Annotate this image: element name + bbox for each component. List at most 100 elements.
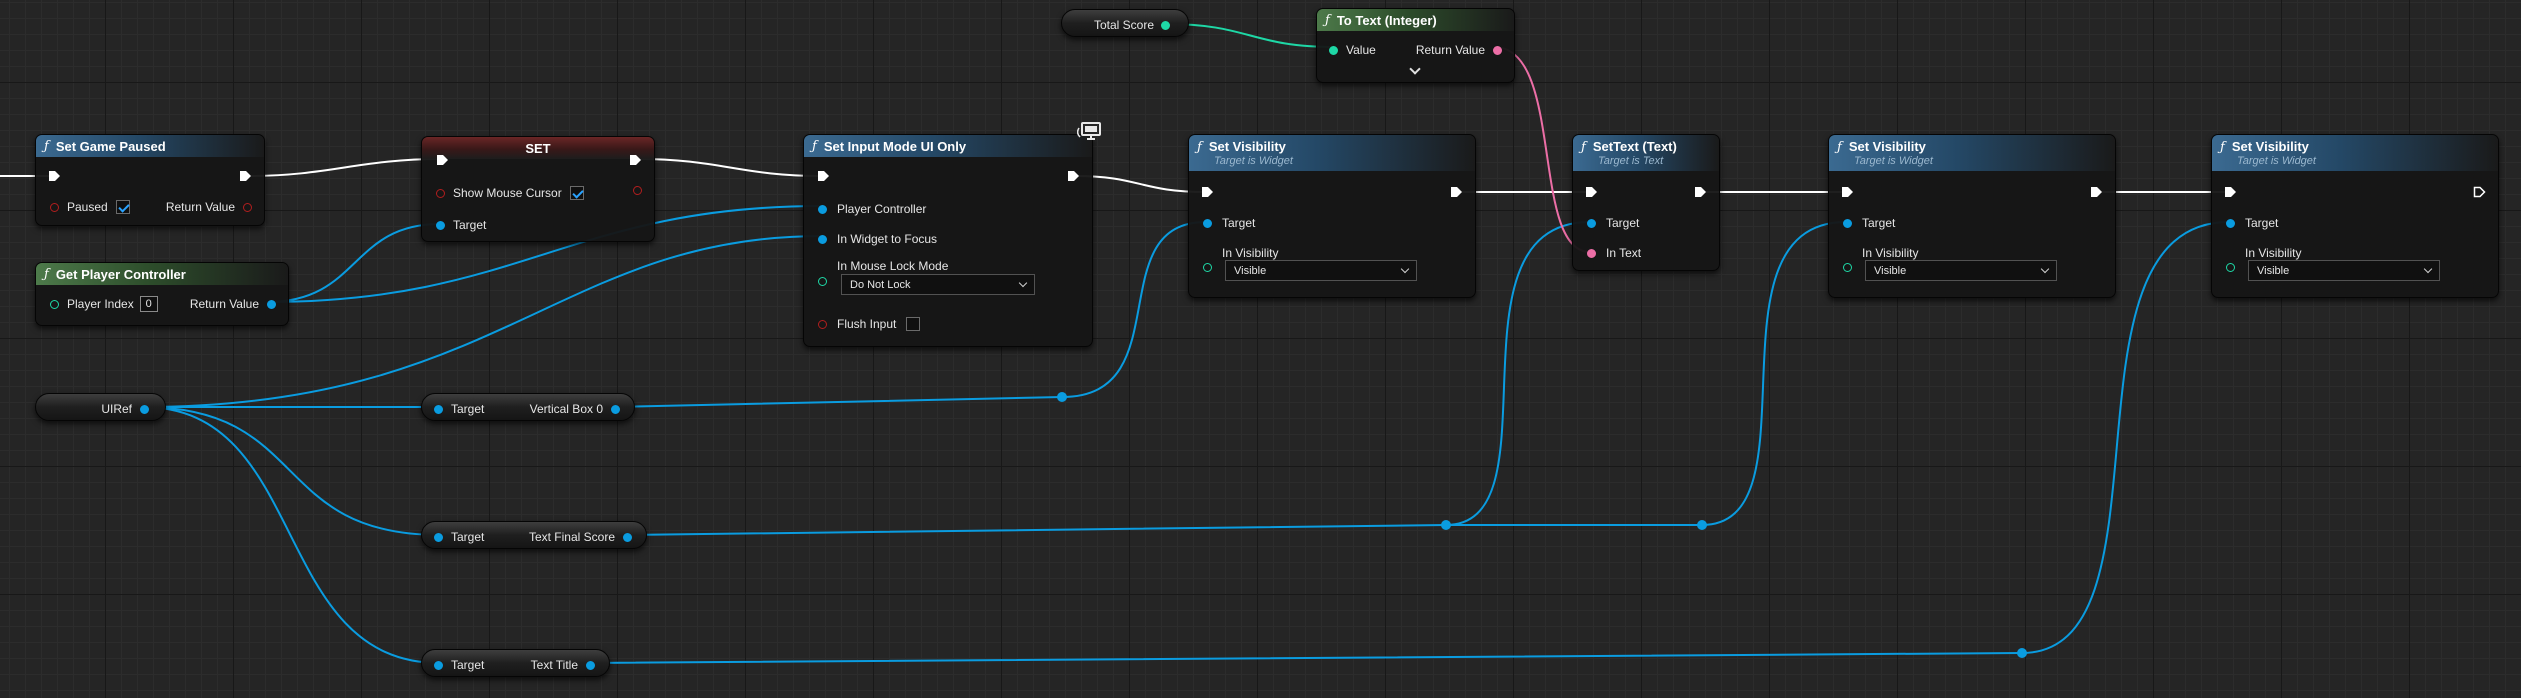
widget-focus-input-pin[interactable]: [818, 234, 827, 244]
reroute-knot[interactable]: [2017, 648, 2027, 658]
get-text-title-node[interactable]: Target Text Title: [421, 649, 610, 677]
bool-output-pin[interactable]: [243, 202, 252, 212]
exec-in-pin[interactable]: [436, 154, 449, 166]
text-output-pin[interactable]: [1493, 45, 1502, 55]
exec-out-pin[interactable]: [1067, 170, 1080, 182]
exec-out-pin[interactable]: [1694, 186, 1707, 198]
set-visibility-title: Set Visibility: [1208, 139, 1286, 154]
set-visibility-header: ƒ Set Visibility Target is Widget: [1829, 135, 2115, 171]
target-label: Target: [1862, 216, 1896, 230]
exec-out-pin[interactable]: [1450, 186, 1463, 198]
target-input-pin[interactable]: [2226, 218, 2235, 228]
set-header: SET: [422, 137, 654, 159]
set-text-node[interactable]: ƒ SetText (Text) Target is Text Target In…: [1572, 134, 1720, 271]
visibility-dropdown[interactable]: Visible: [1225, 260, 1417, 281]
target-input-pin[interactable]: [1203, 218, 1212, 228]
reroute-knot[interactable]: [1441, 520, 1451, 530]
set-visibility-node-2[interactable]: ƒ Set Visibility Target is Widget Target …: [1828, 134, 2116, 298]
set-input-mode-ui-only-node[interactable]: ƒ Set Input Mode UI Only Player Controlle…: [803, 134, 1093, 347]
exec-in-pin[interactable]: [1585, 186, 1598, 198]
to-text-title: To Text (Integer): [1336, 12, 1437, 28]
set-show-mouse-cursor-node[interactable]: SET Show Mouse Cursor Target: [421, 136, 655, 242]
set-visibility-node-3[interactable]: ƒ Set Visibility Target is Widget Target …: [2211, 134, 2499, 298]
object-output-pin[interactable]: [611, 404, 620, 414]
set-input-mode-header: ƒ Set Input Mode UI Only: [804, 135, 1092, 157]
exec-in-pin[interactable]: [1841, 186, 1854, 198]
target-label: Target: [451, 530, 485, 544]
total-score-label: Total Score: [1093, 18, 1154, 32]
flush-input-pin[interactable]: [818, 319, 827, 329]
wire-uiref-to-texttitle: [142, 406, 441, 664]
controller-output-pin[interactable]: [267, 299, 276, 309]
visibility-value: Visible: [2257, 264, 2290, 277]
set-game-paused-node[interactable]: ƒ Set Game Paused Paused Return Value: [35, 134, 265, 226]
visibility-input-pin[interactable]: [1843, 263, 1852, 272]
visibility-dropdown[interactable]: Visible: [2248, 260, 2440, 281]
object-output-pin[interactable]: [586, 660, 595, 670]
mouse-lock-dropdown[interactable]: Do Not Lock: [841, 274, 1035, 295]
integer-output-pin[interactable]: [1161, 20, 1170, 30]
target-label: Target: [451, 658, 485, 672]
reroute-knot[interactable]: [1697, 520, 1707, 530]
target-is-widget-subtitle: Target is Widget: [1214, 155, 1293, 167]
exec-out-pin[interactable]: [239, 170, 252, 182]
show-cursor-checkbox[interactable]: [569, 186, 584, 200]
exec-out-pin[interactable]: [2090, 186, 2103, 198]
player-index-input-pin[interactable]: [50, 299, 59, 309]
paused-checkbox[interactable]: [115, 200, 130, 214]
visibility-dropdown[interactable]: Visible: [1865, 260, 2057, 281]
get-player-controller-header: ƒ Get Player Controller: [36, 263, 288, 285]
total-score-variable-node[interactable]: Total Score: [1061, 9, 1189, 37]
exec-in-pin[interactable]: [1201, 186, 1214, 198]
get-player-controller-node[interactable]: ƒ Get Player Controller Player Index 0 Re…: [35, 262, 289, 326]
to-text-integer-node[interactable]: ƒ To Text (Integer) Value Return Value: [1316, 8, 1515, 83]
mouse-lock-label: In Mouse Lock Mode: [837, 259, 949, 273]
player-controller-input-pin[interactable]: [818, 204, 827, 214]
get-text-final-score-node[interactable]: Target Text Final Score: [421, 521, 647, 549]
uiref-variable-node[interactable]: UIRef: [35, 393, 166, 421]
object-output-pin[interactable]: [623, 532, 632, 542]
expand-chevron-icon[interactable]: [1409, 63, 1421, 75]
value-input-pin[interactable]: [1329, 45, 1338, 55]
player-index-field[interactable]: 0: [139, 296, 158, 312]
function-icon: ƒ: [1581, 140, 1586, 155]
reroute-knot[interactable]: [1057, 392, 1067, 402]
target-label: Target: [1606, 216, 1640, 230]
function-icon: ƒ: [1837, 140, 1842, 155]
get-vertical-box-node[interactable]: Target Vertical Box 0: [421, 393, 635, 421]
exec-in-pin[interactable]: [2224, 186, 2237, 198]
exec-in-pin[interactable]: [817, 170, 830, 182]
show-cursor-output-pin[interactable]: [633, 186, 642, 195]
function-icon: ƒ: [44, 266, 49, 282]
visibility-value: Visible: [1234, 264, 1267, 277]
player-index-label: Player Index: [67, 297, 134, 311]
exec-wire-set-to-inputmode: [637, 158, 823, 177]
in-text-input-pin[interactable]: [1587, 248, 1596, 258]
mouse-lock-input-pin[interactable]: [818, 277, 827, 286]
dropdown-caret-icon: [1018, 278, 1028, 288]
target-input-pin[interactable]: [434, 404, 443, 414]
set-visibility-title: Set Visibility: [1848, 139, 1926, 154]
flush-input-checkbox[interactable]: [906, 317, 921, 331]
target-input-pin[interactable]: [1843, 218, 1852, 228]
object-output-pin[interactable]: [140, 404, 149, 414]
target-input-pin[interactable]: [434, 660, 443, 670]
show-cursor-input-pin[interactable]: [436, 188, 445, 198]
visibility-input-pin[interactable]: [1203, 263, 1212, 272]
paused-input-pin[interactable]: [50, 202, 59, 212]
target-input-pin[interactable]: [436, 220, 445, 230]
exec-out-pin[interactable]: [629, 154, 642, 166]
text-final-score-label: Text Final Score: [528, 530, 615, 544]
set-visibility-node-1[interactable]: ƒ Set Visibility Target is Widget Target …: [1188, 134, 1476, 298]
exec-in-pin[interactable]: [48, 170, 61, 182]
uiref-label: UIRef: [101, 402, 132, 416]
target-is-text-subtitle: Target is Text: [1598, 155, 1664, 167]
function-icon: ƒ: [812, 138, 817, 154]
target-input-pin[interactable]: [1587, 218, 1596, 228]
set-visibility-header: ƒ Set Visibility Target is Widget: [2212, 135, 2498, 171]
function-icon: ƒ: [1197, 140, 1202, 155]
exec-out-pin-unconnected[interactable]: [2473, 186, 2486, 198]
target-input-pin[interactable]: [434, 532, 443, 542]
visibility-input-pin[interactable]: [2226, 263, 2235, 272]
return-value-label: Return Value: [165, 200, 235, 214]
